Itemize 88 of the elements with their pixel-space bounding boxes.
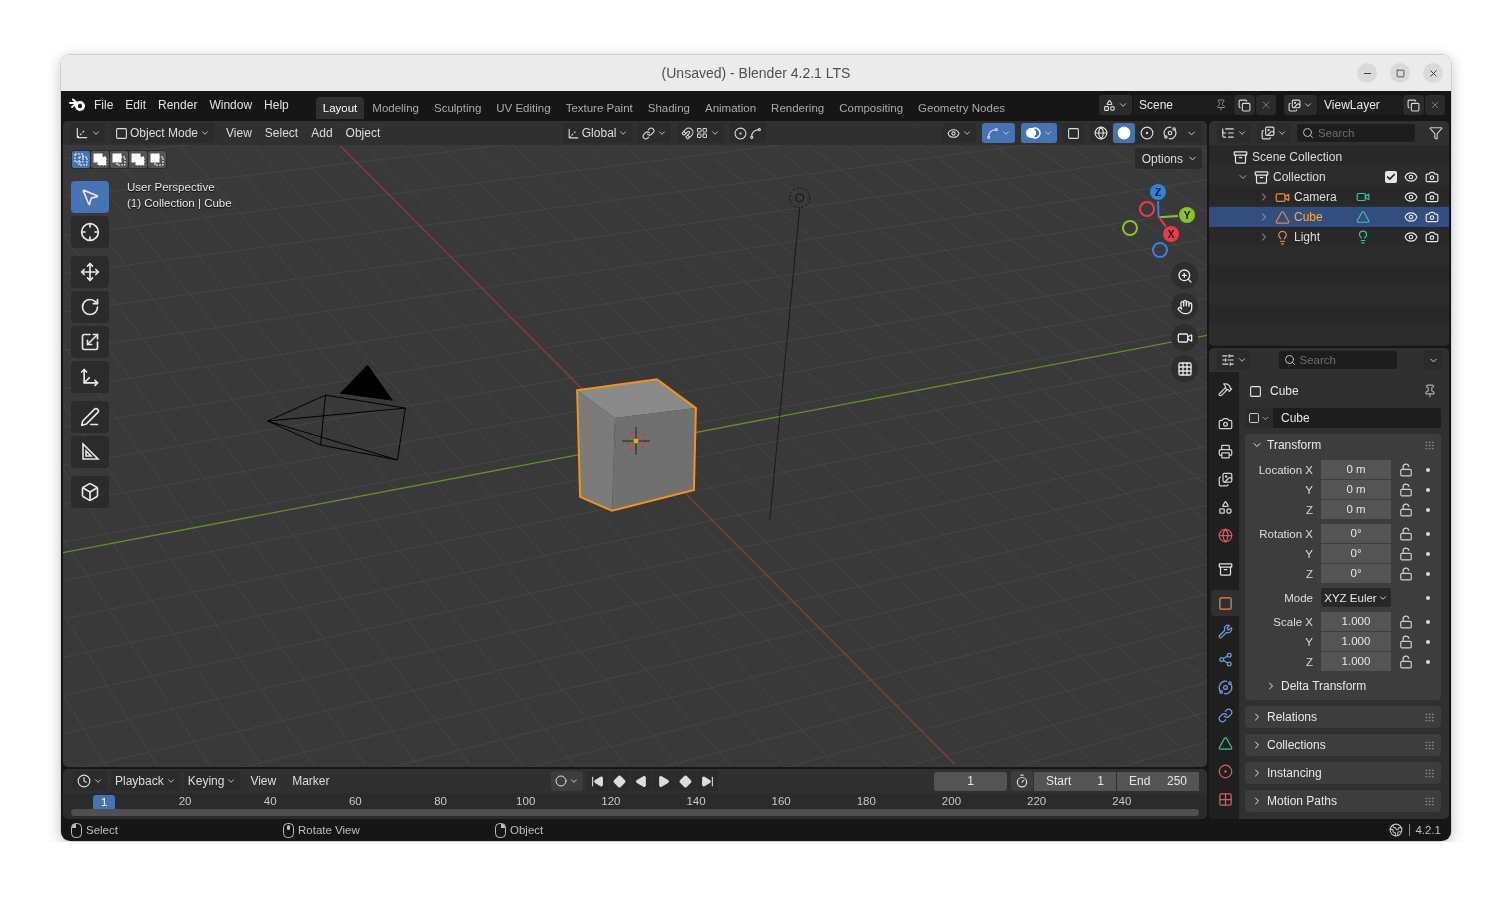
- workspace-tab[interactable]: Sculpting: [426, 97, 489, 119]
- axis-handle[interactable]: X: [1163, 226, 1179, 242]
- window-title: (Unsaved) - Blender 4.2.1 LTS: [661, 65, 851, 81]
- header-menu[interactable]: Select: [258, 124, 305, 142]
- scene-name-field[interactable]: Scene: [1133, 95, 1233, 115]
- outliner-row[interactable]: Cube: [1209, 207, 1449, 227]
- header-menu[interactable]: View: [220, 124, 258, 142]
- frame-number: 220: [1027, 795, 1047, 807]
- timeline-menu[interactable]: Playback: [111, 771, 180, 791]
- number-field[interactable]: 0°: [1321, 544, 1391, 563]
- number-field[interactable]: 0 m: [1321, 480, 1391, 499]
- outliner-row[interactable]: Camera: [1209, 187, 1449, 207]
- menu-item[interactable]: Render: [153, 95, 203, 115]
- timeline-menu[interactable]: Keying: [183, 771, 241, 791]
- property-label: Z: [1304, 655, 1313, 668]
- menu-item[interactable]: File: [89, 95, 119, 115]
- hint-text: Select: [86, 824, 118, 836]
- axis-handle[interactable]: Y: [1179, 207, 1195, 223]
- menu-item[interactable]: Help: [259, 95, 294, 115]
- header-menu[interactable]: Add: [305, 124, 339, 142]
- viewport-info-text: (1) Collection | Cube: [127, 197, 232, 209]
- workspace-tab[interactable]: Geometry Nodes: [911, 97, 1013, 119]
- 3d-viewport[interactable]: Object Mode View Select Add Object Global Options User Perspective (1) Collection | Cube Z Y X: [63, 121, 1207, 767]
- playhead-frame[interactable]: 1: [93, 795, 116, 809]
- version-text: 4.2.1: [1409, 824, 1441, 836]
- workspace-tab[interactable]: Layout: [315, 97, 365, 119]
- workspace-tab[interactable]: Modeling: [365, 97, 426, 119]
- frame-number: 60: [349, 795, 362, 807]
- property-label: Y: [1304, 483, 1313, 496]
- panel-header[interactable]: Relations: [1245, 706, 1441, 728]
- panel-header[interactable]: Motion Paths: [1245, 790, 1441, 812]
- workspace-tab[interactable]: Rendering: [764, 97, 832, 119]
- current-frame-field[interactable]: 1: [934, 771, 1007, 791]
- frame-number: 20: [178, 795, 192, 807]
- property-label: Z: [1304, 503, 1313, 516]
- panel-header[interactable]: Instancing: [1245, 762, 1441, 784]
- frame-number: 100: [516, 795, 536, 807]
- panel-header[interactable]: Collections: [1245, 734, 1441, 756]
- object-name-field[interactable]: Cube: [1245, 408, 1441, 428]
- workspace-tab[interactable]: Texture Paint: [558, 97, 640, 119]
- panel-header[interactable]: Transform: [1245, 434, 1441, 456]
- frame-number: 140: [686, 795, 706, 807]
- workspace-tab[interactable]: Compositing: [832, 97, 911, 119]
- workspace-tab[interactable]: Animation: [697, 97, 764, 119]
- hint-text: Object: [510, 824, 544, 836]
- property-label: Rotation X: [1258, 527, 1313, 540]
- mode-dropdown[interactable]: Object Mode: [111, 123, 215, 143]
- header-menu[interactable]: Object: [339, 124, 387, 142]
- workspace-tab[interactable]: Shading: [640, 97, 697, 119]
- number-field[interactable]: 1.000: [1321, 652, 1391, 671]
- property-label: Y: [1304, 635, 1313, 648]
- number-field[interactable]: 1.000: [1321, 632, 1391, 651]
- outliner-row[interactable]: Light: [1209, 227, 1449, 247]
- workspace-tab[interactable]: UV Editing: [489, 97, 558, 119]
- object-name: Cube: [1270, 384, 1300, 398]
- dropdown-field[interactable]: XYZ Euler: [1321, 588, 1391, 607]
- property-label: Z: [1304, 567, 1313, 580]
- menu-item[interactable]: Window: [204, 95, 258, 115]
- outliner-row[interactable]: Scene Collection: [1209, 147, 1449, 167]
- frame-number: 180: [856, 795, 876, 807]
- frame-number: 80: [434, 795, 447, 807]
- options-dropdown[interactable]: Options: [1134, 148, 1202, 169]
- viewport-info-text: User Perspective: [127, 181, 216, 193]
- subpanel-header[interactable]: Delta Transform: [1251, 676, 1435, 696]
- number-field[interactable]: 0 m: [1321, 500, 1391, 519]
- timeline-menu[interactable]: Marker: [286, 772, 336, 790]
- number-field[interactable]: 0 m: [1321, 460, 1391, 479]
- number-field[interactable]: 0°: [1321, 564, 1391, 583]
- frame-number: 40: [263, 795, 277, 807]
- frame-number: 120: [601, 795, 621, 807]
- axis-handle[interactable]: Z: [1150, 184, 1166, 200]
- number-field[interactable]: 1.000: [1321, 612, 1391, 631]
- number-field[interactable]: 0°: [1321, 524, 1391, 543]
- frame-number: 160: [771, 795, 791, 807]
- property-label: Location X: [1257, 463, 1313, 476]
- orientation-dropdown[interactable]: Global: [562, 123, 633, 143]
- start-frame-field[interactable]: Start 1: [1034, 771, 1116, 791]
- view-layer-name-field[interactable]: ViewLayer: [1318, 95, 1402, 115]
- property-label: Mode: [1283, 591, 1313, 604]
- property-label: Y: [1304, 547, 1313, 560]
- menu-item[interactable]: Edit: [120, 95, 152, 115]
- hint-text: Rotate View: [298, 824, 360, 836]
- end-frame-field[interactable]: End 250: [1117, 771, 1199, 791]
- property-label: Scale X: [1272, 615, 1313, 628]
- timeline-menu[interactable]: View: [244, 772, 283, 790]
- outliner-row[interactable]: Collection: [1209, 167, 1449, 187]
- frame-number: 200: [941, 795, 962, 807]
- frame-number: 240: [1112, 795, 1132, 807]
